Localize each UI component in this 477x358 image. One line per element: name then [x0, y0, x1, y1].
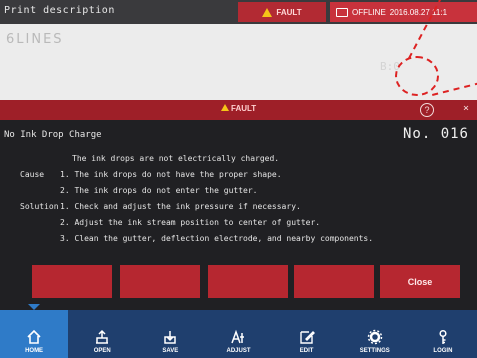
nav-open[interactable]: OPEN — [68, 310, 136, 358]
open-icon — [96, 329, 109, 344]
cause-item: 2. The ink drops do not enter the gutter… — [60, 186, 258, 195]
monitor-icon — [336, 7, 348, 17]
adjust-icon — [231, 329, 245, 344]
cause-label: Cause — [20, 170, 45, 179]
nav-label: SETTINGS — [359, 348, 390, 354]
solution-label: Solution — [20, 202, 59, 211]
nav-label: HOME — [25, 348, 44, 354]
action-button-3[interactable] — [208, 265, 288, 298]
solution-item: 1. Check and adjust the ink pressure if … — [60, 202, 301, 211]
fault-indicator[interactable]: FAULT — [238, 2, 326, 22]
print-description-title: Print description — [4, 5, 115, 16]
gear-icon — [367, 329, 383, 345]
fault-title: No Ink Drop Charge — [4, 130, 102, 140]
nav-edit[interactable]: EDIT — [273, 310, 341, 358]
nav-settings[interactable]: SETTINGS — [341, 310, 409, 358]
nav-home[interactable]: HOME — [0, 304, 69, 358]
bottom-nav: HOME OPEN SAVE ADJUST EDIT SETTINGS LOGI… — [0, 304, 477, 358]
nav-save[interactable]: SAVE — [136, 310, 204, 358]
solution-item: 2. Adjust the ink stream position to cen… — [60, 218, 321, 227]
fault-label: FAULT — [276, 7, 302, 17]
active-tab-marker — [28, 304, 41, 310]
key-icon — [439, 329, 447, 344]
print-text: 6LINES — [6, 32, 64, 47]
datetime: 2016.08.27 11:1 — [389, 7, 448, 17]
nav-label: EDIT — [299, 348, 314, 354]
fault-header: FAULT ? × — [0, 100, 477, 120]
nav-label: ADJUST — [226, 348, 251, 354]
fault-header-center: FAULT — [0, 104, 477, 113]
nav-label: LOGIN — [433, 348, 453, 354]
home-icon — [27, 329, 41, 344]
offline-label: OFFLINE — [352, 7, 386, 17]
action-button-2[interactable] — [120, 265, 200, 298]
nav-adjust[interactable]: ADJUST — [204, 310, 272, 358]
solution-item: 3. Clean the gutter, deflection electrod… — [60, 234, 374, 243]
fault-message-panel: No Ink Drop Charge No. 016 The ink drops… — [0, 120, 477, 310]
nav-label: OPEN — [93, 348, 111, 354]
warning-icon — [262, 7, 273, 17]
top-status-bar: Print description FAULT OFFLINE 2016.08.… — [0, 0, 477, 24]
close-icon[interactable]: × — [463, 103, 469, 114]
action-button-4[interactable] — [294, 265, 374, 298]
screen: Print description FAULT OFFLINE 2016.08.… — [0, 0, 477, 358]
fault-header-label: FAULT — [231, 104, 257, 113]
fault-statement: The ink drops are not electrically charg… — [72, 154, 280, 163]
fault-number: No. 016 — [402, 126, 469, 142]
save-icon — [164, 331, 177, 344]
edit-icon — [299, 331, 315, 344]
action-button-1[interactable] — [32, 265, 112, 298]
cause-item: 1. The ink drops do not have the proper … — [60, 170, 282, 179]
nav-login[interactable]: LOGIN — [409, 310, 477, 358]
help-icon[interactable]: ? — [420, 103, 434, 117]
warning-icon — [220, 104, 229, 111]
close-button[interactable]: Close — [380, 265, 460, 298]
nav-label: SAVE — [162, 348, 179, 354]
highlight-circle — [395, 56, 439, 96]
offline-status[interactable]: OFFLINE 2016.08.27 11:1 — [330, 2, 477, 22]
